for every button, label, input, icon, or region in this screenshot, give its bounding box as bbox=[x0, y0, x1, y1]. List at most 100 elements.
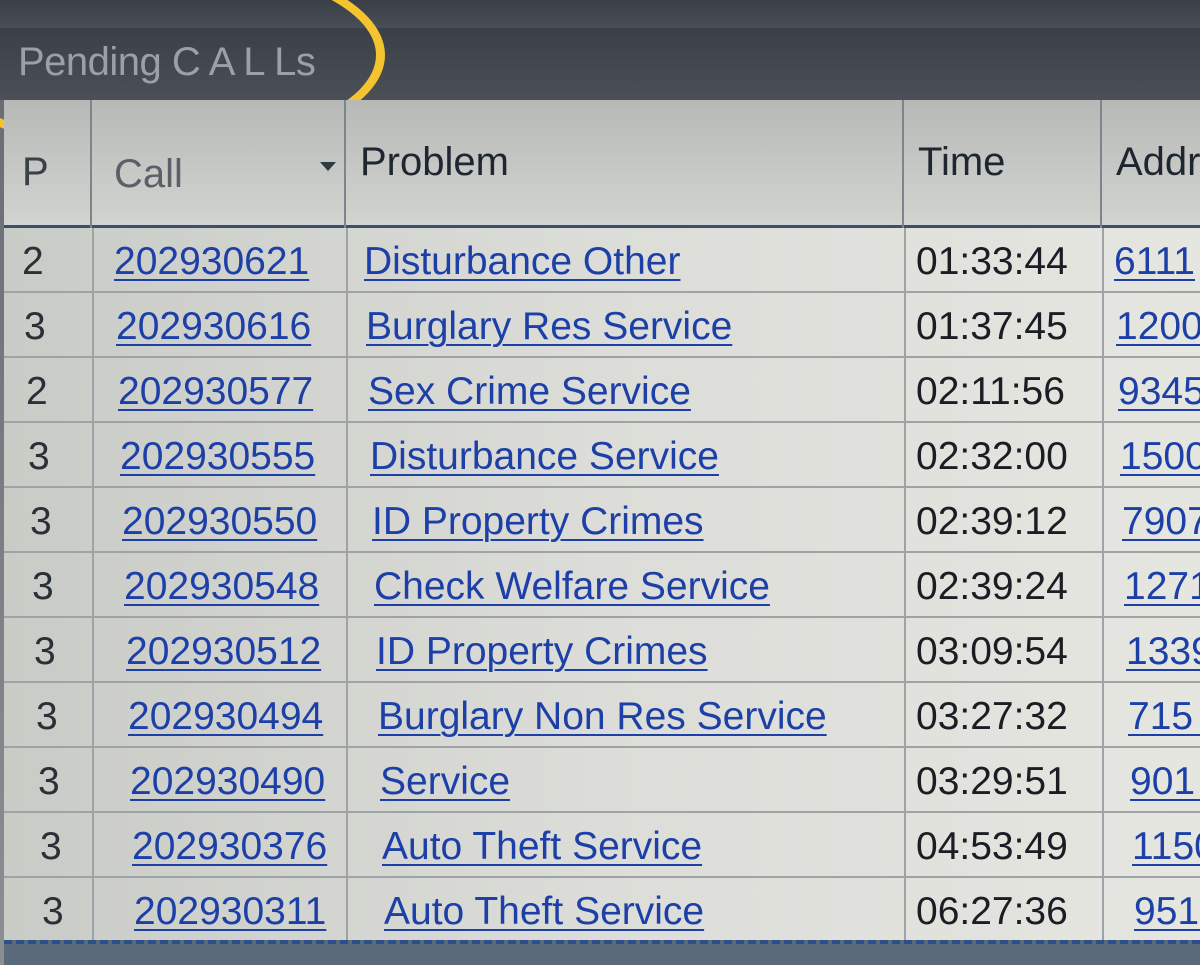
priority-cell-cell: 3 bbox=[4, 618, 92, 683]
call-number-cell: 202930376 bbox=[92, 813, 346, 878]
panel-title: Pending C A L Ls bbox=[18, 40, 316, 84]
column-header-call[interactable]: Call bbox=[92, 100, 346, 228]
time-cell: 02:32:00 bbox=[916, 435, 1068, 478]
call-number-cell: 202930621 bbox=[92, 228, 346, 293]
column-header-call-label: Call bbox=[114, 152, 183, 196]
priority-cell-cell: 3 bbox=[4, 878, 92, 943]
address-cell: 1500 bbox=[1102, 423, 1200, 488]
table-row[interactable]: 3 202930494 Burglary Non Res Service 03:27:… bbox=[4, 683, 1200, 748]
problem-cell: Burglary Res Service bbox=[346, 293, 904, 358]
call-number-link[interactable]: 202930376 bbox=[132, 825, 327, 869]
column-header-problem[interactable]: Problem bbox=[346, 100, 904, 228]
problem-cell: Service bbox=[346, 748, 904, 813]
table-row[interactable]: 3 202930512 ID Property Crimes 03:09:54 1339 bbox=[4, 618, 1200, 683]
table-row[interactable]: 3 202930376 Auto Theft Service 04:53:49 1150… bbox=[4, 813, 1200, 878]
priority-cell: 3 bbox=[38, 760, 60, 803]
address-link[interactable]: 7907 bbox=[1122, 500, 1200, 544]
call-number-link[interactable]: 202930490 bbox=[130, 760, 325, 804]
column-header-address-label: Addr bbox=[1116, 140, 1200, 184]
time-cell-cell: 01:37:45 bbox=[904, 293, 1102, 358]
call-number-cell: 202930555 bbox=[92, 423, 346, 488]
address-cell: 12719 bbox=[1102, 553, 1200, 618]
call-number-link[interactable]: 202930512 bbox=[126, 630, 321, 674]
problem-link[interactable]: ID Property Crimes bbox=[372, 500, 704, 544]
problem-cell: Disturbance Other bbox=[346, 228, 904, 293]
call-number-link[interactable]: 202930577 bbox=[118, 370, 313, 414]
call-number-cell: 202930490 bbox=[92, 748, 346, 813]
address-link[interactable]: 6111 bbox=[1114, 240, 1195, 284]
address-link[interactable]: 715 W bbox=[1128, 695, 1200, 739]
grid-footer-bar bbox=[4, 940, 1200, 965]
call-number-link[interactable]: 202930621 bbox=[114, 240, 309, 284]
address-link[interactable]: 1200 bbox=[1116, 305, 1200, 349]
table-row[interactable]: 3 202930616 Burglary Res Service 01:37:45 12… bbox=[4, 293, 1200, 358]
time-cell: 04:53:49 bbox=[916, 825, 1068, 868]
problem-link[interactable]: Disturbance Service bbox=[370, 435, 719, 479]
call-number-cell: 202930311 bbox=[92, 878, 346, 943]
sort-dropdown-icon[interactable] bbox=[320, 162, 336, 171]
table-row[interactable]: 3 202930550 ID Property Crimes 02:39:12 7907 bbox=[4, 488, 1200, 553]
address-cell: 11500 bbox=[1102, 813, 1200, 878]
time-cell: 02:11:56 bbox=[916, 370, 1065, 413]
priority-cell-cell: 3 bbox=[4, 553, 92, 618]
priority-cell-cell: 3 bbox=[4, 683, 92, 748]
call-number-link[interactable]: 202930311 bbox=[134, 890, 326, 934]
table-row[interactable]: 3 202930548 Check Welfare Service 02:39:24 1… bbox=[4, 553, 1200, 618]
problem-cell: Auto Theft Service bbox=[346, 878, 904, 943]
address-cell: 6111 bbox=[1102, 228, 1200, 293]
address-cell: 7907 bbox=[1102, 488, 1200, 553]
time-cell-cell: 03:27:32 bbox=[904, 683, 1102, 748]
address-link[interactable]: 12719 bbox=[1124, 565, 1200, 609]
problem-link[interactable]: Burglary Res Service bbox=[366, 305, 732, 349]
address-link[interactable]: 9345 bbox=[1118, 370, 1200, 414]
address-link[interactable]: 901 W bbox=[1130, 760, 1200, 804]
column-header-priority-label: P bbox=[22, 150, 49, 194]
problem-link[interactable]: ID Property Crimes bbox=[376, 630, 708, 674]
time-cell-cell: 02:32:00 bbox=[904, 423, 1102, 488]
time-cell-cell: 03:29:51 bbox=[904, 748, 1102, 813]
priority-cell: 3 bbox=[36, 695, 58, 738]
time-cell: 02:39:12 bbox=[916, 500, 1068, 543]
priority-cell-cell: 3 bbox=[4, 488, 92, 553]
address-link[interactable]: 11500 bbox=[1132, 825, 1200, 869]
table-row[interactable]: 2 202930621 Disturbance Other 01:33:44 6111 bbox=[4, 228, 1200, 293]
priority-cell: 3 bbox=[42, 890, 64, 933]
column-header-time[interactable]: Time bbox=[904, 100, 1102, 228]
call-number-link[interactable]: 202930550 bbox=[122, 500, 317, 544]
call-number-link[interactable]: 202930494 bbox=[128, 695, 323, 739]
time-cell: 02:39:24 bbox=[916, 565, 1068, 608]
problem-cell: Burglary Non Res Service bbox=[346, 683, 904, 748]
problem-link[interactable]: Disturbance Other bbox=[364, 240, 680, 284]
table-row[interactable]: 3 202930490 Service 03:29:51 901 W bbox=[4, 748, 1200, 813]
priority-cell: 3 bbox=[24, 305, 46, 348]
call-number-link[interactable]: 202930548 bbox=[124, 565, 319, 609]
address-link[interactable]: 1339 bbox=[1126, 630, 1200, 674]
call-number-link[interactable]: 202930555 bbox=[120, 435, 315, 479]
table-row[interactable]: 3 202930311 Auto Theft Service 06:27:36 9517… bbox=[4, 878, 1200, 943]
time-cell-cell: 06:27:36 bbox=[904, 878, 1102, 943]
problem-link[interactable]: Service bbox=[380, 760, 510, 804]
priority-cell: 2 bbox=[26, 370, 48, 413]
time-cell: 03:29:51 bbox=[916, 760, 1068, 803]
problem-link[interactable]: Sex Crime Service bbox=[368, 370, 691, 414]
call-number-link[interactable]: 202930616 bbox=[116, 305, 311, 349]
table-row[interactable]: 3 202930555 Disturbance Service 02:32:00 150… bbox=[4, 423, 1200, 488]
problem-link[interactable]: Burglary Non Res Service bbox=[378, 695, 827, 739]
address-link[interactable]: 9517 N bbox=[1134, 890, 1200, 934]
problem-cell: Auto Theft Service bbox=[346, 813, 904, 878]
problem-link[interactable]: Auto Theft Service bbox=[382, 825, 702, 869]
time-cell-cell: 02:11:56 bbox=[904, 358, 1102, 423]
column-header-time-label: Time bbox=[918, 140, 1006, 184]
time-cell: 01:37:45 bbox=[916, 305, 1068, 348]
column-header-priority[interactable]: P bbox=[4, 100, 92, 228]
address-cell: 9345 bbox=[1102, 358, 1200, 423]
problem-link[interactable]: Auto Theft Service bbox=[384, 890, 704, 934]
table-row[interactable]: 2 202930577 Sex Crime Service 02:11:56 9345 bbox=[4, 358, 1200, 423]
problem-cell: ID Property Crimes bbox=[346, 618, 904, 683]
problem-link[interactable]: Check Welfare Service bbox=[374, 565, 770, 609]
column-header-address[interactable]: Addr bbox=[1102, 100, 1200, 228]
calls-grid-header: P Call Problem Time Addr bbox=[4, 100, 1200, 228]
address-link[interactable]: 1500 bbox=[1120, 435, 1200, 479]
priority-cell-cell: 3 bbox=[4, 423, 92, 488]
column-header-problem-label: Problem bbox=[360, 140, 509, 184]
